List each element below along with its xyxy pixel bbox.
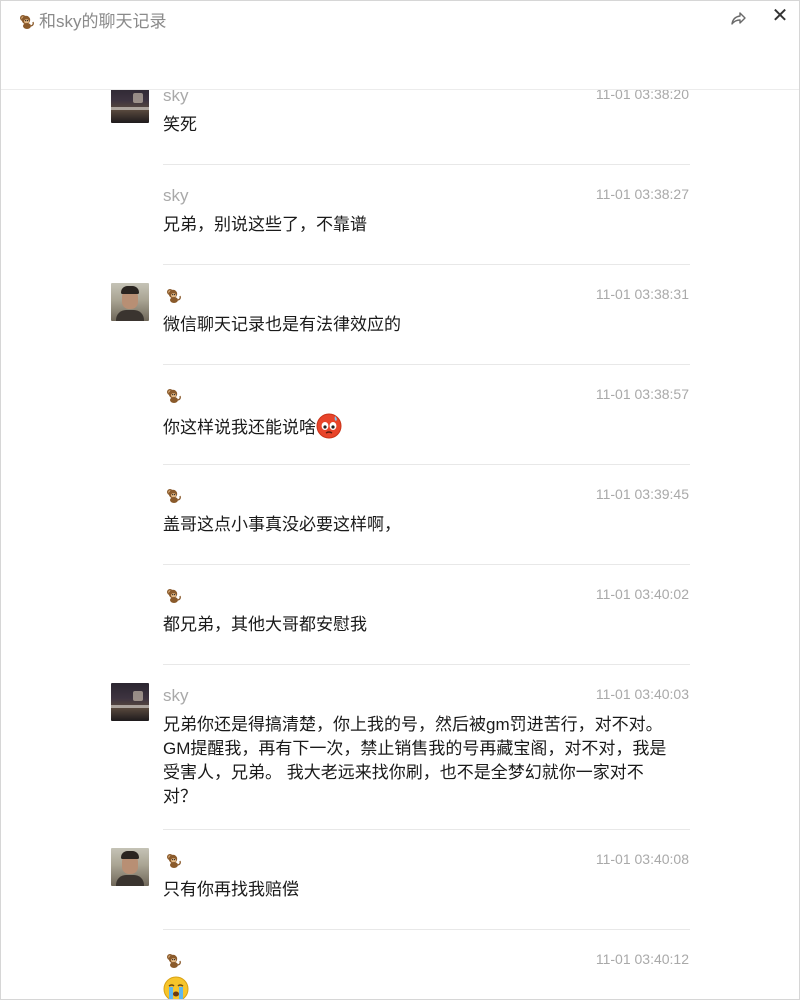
message-divider bbox=[163, 664, 690, 665]
message-timestamp: 11-01 03:40:12 bbox=[595, 951, 689, 967]
share-icon[interactable] bbox=[727, 7, 749, 29]
message-list[interactable]: sky 11-01 03:38:20 笑死 sky 11-01 03:38:27… bbox=[1, 1, 799, 999]
avatar[interactable] bbox=[111, 283, 149, 321]
message-divider bbox=[163, 464, 690, 465]
crying-face-emoji bbox=[163, 976, 189, 999]
message-divider bbox=[163, 829, 690, 830]
monkey-icon bbox=[167, 389, 181, 403]
monkey-icon bbox=[167, 289, 181, 303]
message-divider bbox=[163, 364, 690, 365]
message-text: 笑死 bbox=[163, 115, 197, 134]
message-text: 微信聊天记录也是有法律效应的 bbox=[163, 315, 401, 334]
message-timestamp: 11-01 03:40:08 bbox=[595, 851, 689, 867]
close-button[interactable]: ✕ bbox=[769, 5, 791, 27]
message-text: 兄弟，别说这些了，不靠谱 bbox=[163, 215, 367, 234]
message-text: 兄弟你还是得搞清楚，你上我的号，然后被gm罚进苦行，对不对。 GM提醒我，再有下… bbox=[163, 715, 667, 806]
message-timestamp: 11-01 03:38:27 bbox=[595, 186, 689, 202]
message-divider bbox=[163, 164, 690, 165]
monkey-icon bbox=[167, 489, 181, 503]
title-bar: 和sky的聊天记录 ✕ bbox=[1, 1, 799, 90]
sender-name: sky bbox=[163, 186, 189, 205]
message-divider bbox=[163, 929, 690, 930]
message-timestamp: 11-01 03:39:45 bbox=[595, 486, 689, 502]
avatar[interactable] bbox=[111, 85, 149, 123]
monkey-icon bbox=[167, 854, 181, 868]
message-text: 你这样说我还能说啥 bbox=[163, 418, 316, 437]
message-timestamp: 11-01 03:40:03 bbox=[595, 686, 689, 702]
message-text-row: 你这样说我还能说啥 bbox=[163, 413, 669, 440]
window-title: 和sky的聊天记录 bbox=[39, 12, 167, 31]
message-divider bbox=[163, 564, 690, 565]
message-timestamp: 11-01 03:38:31 bbox=[595, 286, 689, 302]
monkey-icon bbox=[167, 954, 181, 968]
monkey-icon bbox=[167, 589, 181, 603]
message-timestamp: 11-01 03:38:57 bbox=[595, 386, 689, 402]
message-divider bbox=[163, 264, 690, 265]
sweat-angry-face-emoji bbox=[316, 413, 342, 439]
message-text: 都兄弟，其他大哥都安慰我 bbox=[163, 615, 367, 634]
avatar[interactable] bbox=[111, 683, 149, 721]
message-text: 盖哥这点小事真没必要这样啊， bbox=[163, 515, 401, 534]
message-text: 只有你再找我赔偿 bbox=[163, 880, 299, 899]
chat-history-window: sky 11-01 03:38:20 笑死 sky 11-01 03:38:27… bbox=[0, 0, 800, 1000]
avatar[interactable] bbox=[111, 848, 149, 886]
message-text-row bbox=[163, 976, 669, 999]
sender-name: sky bbox=[163, 686, 189, 705]
message-timestamp: 11-01 03:40:02 bbox=[595, 586, 689, 602]
monkey-icon bbox=[20, 15, 34, 29]
